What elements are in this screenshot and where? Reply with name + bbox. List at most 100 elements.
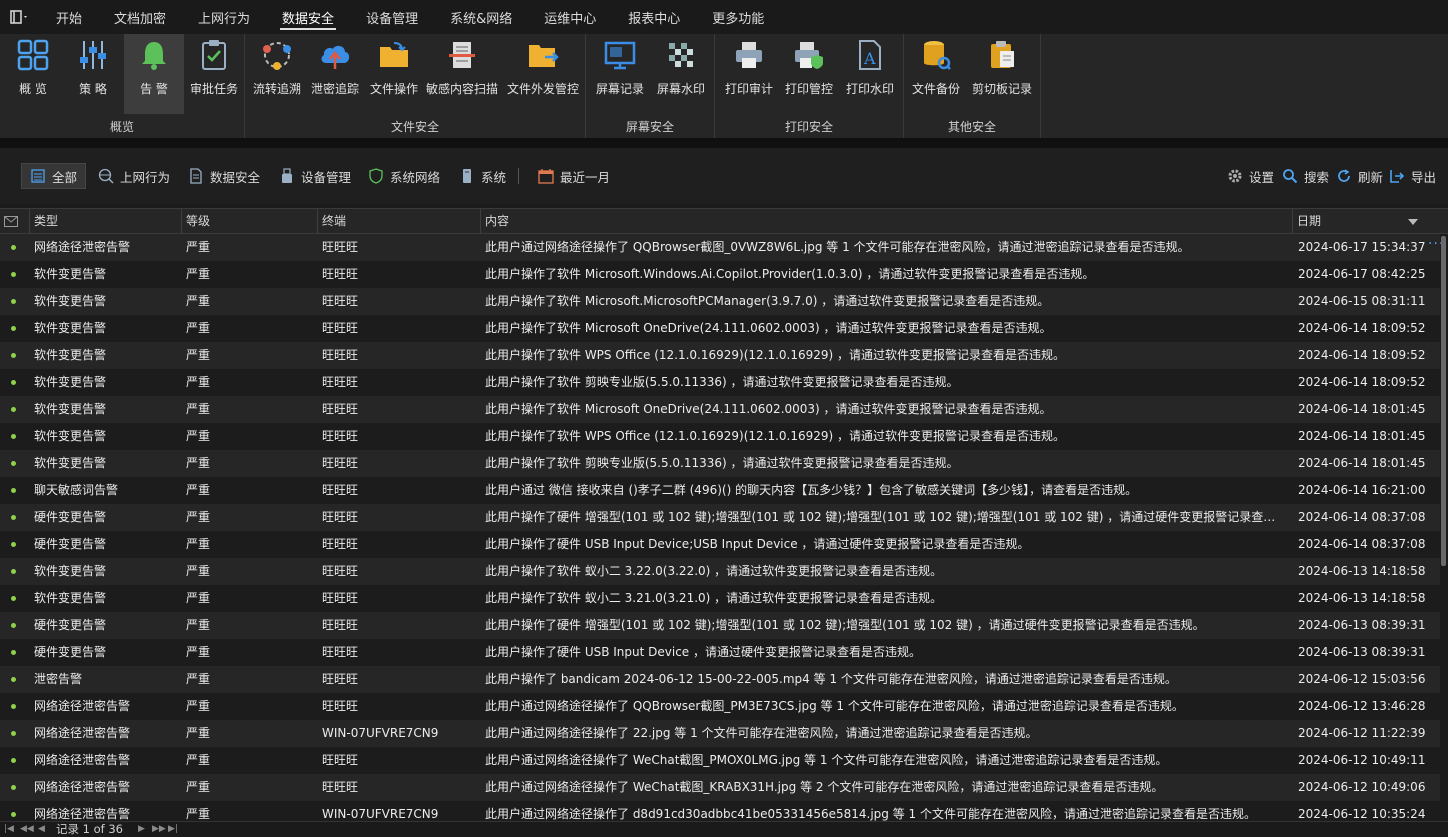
filter-data-button[interactable]: 数据安全	[180, 163, 268, 189]
cell-content: 此用户通过网络途径操作了 22.jpg 等 1 个文件可能存在泄密风险，请通过泄…	[485, 726, 1038, 740]
search-icon	[1282, 168, 1298, 184]
filter-range-button[interactable]: 最近一月	[530, 163, 618, 189]
file-ops-button[interactable]: 文件操作	[367, 34, 421, 114]
header-level[interactable]: 等级	[182, 209, 318, 234]
table-row[interactable]: 硬件变更告警 严重 旺旺旺 此用户操作了硬件 USB Input Device ，请通…	[0, 639, 1440, 666]
menu-ops-center[interactable]: 运维中心	[528, 0, 612, 34]
table-row[interactable]: 软件变更告警 严重 旺旺旺 此用户操作了软件 Microsoft.Windows.Ai…	[0, 261, 1440, 288]
screen-watermark-button[interactable]: 屏幕水印	[652, 34, 710, 114]
status-dot-icon	[11, 407, 16, 412]
table-row[interactable]: 软件变更告警 严重 旺旺旺 此用户操作了软件 剪映专业版(5.5.0.11336) ，…	[0, 450, 1440, 477]
table-row[interactable]: 泄密告警 严重 旺旺旺 此用户操作了 bandicam 2024-06-12 15-0…	[0, 666, 1440, 693]
cell-date: 2024-06-17 08:42:25	[1298, 267, 1426, 281]
filter-sysnet-button[interactable]: 系统网络	[360, 163, 448, 189]
cell-terminal: 旺旺旺	[322, 348, 359, 362]
first-page-icon[interactable]: |◀	[4, 822, 14, 837]
menu-start[interactable]: 开始	[40, 0, 98, 34]
menu-web-behavior[interactable]: 上网行为	[182, 0, 266, 34]
header-type[interactable]: 类型	[30, 209, 182, 234]
table-row[interactable]: 软件变更告警 严重 旺旺旺 此用户操作了软件 蚁小二 3.22.0(3.22.0) ，…	[0, 558, 1440, 585]
table-row[interactable]: 网络途径泄密告警 严重 旺旺旺 此用户通过网络途径操作了 WeChat截图_KRABX…	[0, 774, 1440, 801]
status-dot-icon	[11, 650, 16, 655]
table-row[interactable]: 软件变更告警 严重 旺旺旺 此用户操作了软件 剪映专业版(5.5.0.11336) ，…	[0, 369, 1440, 396]
next-page-icon[interactable]: ▶	[138, 822, 145, 837]
table-row[interactable]: 网络途径泄密告警 严重 WIN-07UFVRE7CN9 此用户通过网络途径操作了 22…	[0, 720, 1440, 747]
cell-terminal: 旺旺旺	[322, 618, 359, 632]
table-row[interactable]: 软件变更告警 严重 旺旺旺 此用户操作了软件 WPS Office (12.1.0.1…	[0, 342, 1440, 369]
next-page-fast-icon[interactable]: ▶▶	[152, 822, 166, 837]
table-scrollbar[interactable]	[1441, 236, 1446, 566]
header-mail-column[interactable]	[0, 209, 30, 234]
cell-terminal: 旺旺旺	[322, 753, 359, 767]
cell-level: 严重	[186, 510, 211, 524]
print-control-button[interactable]: 打印管控	[781, 34, 837, 114]
filter-device-label: 设备管理	[301, 169, 352, 185]
approval-button[interactable]: 审批任务	[186, 34, 242, 114]
export-button[interactable]: 导出	[1381, 163, 1444, 189]
table-row[interactable]: 软件变更告警 严重 旺旺旺 此用户操作了软件 Microsoft OneDrive(2…	[0, 315, 1440, 342]
header-date[interactable]: 日期	[1293, 209, 1425, 234]
refresh-icon	[1336, 168, 1352, 184]
menu-more[interactable]: 更多功能	[696, 0, 780, 34]
cell-terminal: 旺旺旺	[322, 780, 359, 794]
filter-bar: 全部 上网行为 数据安全 设备管理 系统网络 系统 最近一月 设置 搜索 刷新 …	[0, 148, 1448, 204]
status-dot-icon	[11, 488, 16, 493]
cell-content: 此用户操作了软件 Microsoft.MicrosoftPCManager(3.…	[485, 294, 1050, 308]
table-row[interactable]: 软件变更告警 严重 旺旺旺 此用户操作了软件 Microsoft OneDrive(2…	[0, 396, 1440, 423]
settings-button[interactable]: 设置	[1219, 163, 1282, 189]
table-row[interactable]: 网络途径泄密告警 严重 旺旺旺 此用户通过网络途径操作了 WeChat截图_PMOX0…	[0, 747, 1440, 774]
menu-report-center[interactable]: 报表中心	[612, 0, 696, 34]
screen-record-button[interactable]: 屏幕记录	[592, 34, 648, 114]
filter-system-button[interactable]: 系统	[451, 163, 514, 189]
header-content[interactable]: 内容	[481, 209, 1293, 234]
filter-all-label: 全部	[52, 169, 78, 185]
cell-date: 2024-06-14 16:21:00	[1298, 483, 1426, 497]
last-page-icon[interactable]: ▶|	[168, 822, 178, 837]
table-row[interactable]: 软件变更告警 严重 旺旺旺 此用户操作了软件 Microsoft.MicrosoftP…	[0, 288, 1440, 315]
menu-doc-encrypt[interactable]: 文档加密	[98, 0, 182, 34]
cell-terminal: 旺旺旺	[322, 591, 359, 605]
clipboard-log-button[interactable]: 剪切板记录	[968, 34, 1036, 114]
flow-trace-button[interactable]: 流转追溯	[251, 34, 303, 114]
filter-divider	[518, 168, 519, 184]
alert-button[interactable]: 告 警	[124, 34, 184, 114]
table-row[interactable]: 软件变更告警 严重 旺旺旺 此用户操作了软件 蚁小二 3.21.0(3.21.0) ，…	[0, 585, 1440, 612]
menu-device-mgmt[interactable]: 设备管理	[350, 0, 434, 34]
table-row[interactable]: 硬件变更告警 严重 旺旺旺 此用户操作了硬件 USB Input Device;USB…	[0, 531, 1440, 558]
filter-web-button[interactable]: 上网行为	[90, 163, 178, 189]
sensitive-scan-button[interactable]: 敏感内容扫描	[423, 34, 501, 114]
cell-terminal: 旺旺旺	[322, 429, 359, 443]
status-dot-icon	[11, 353, 16, 358]
file-outgoing-button[interactable]: 文件外发管控	[503, 34, 583, 114]
filter-device-button[interactable]: 设备管理	[271, 163, 359, 189]
cell-content: 此用户操作了软件 Microsoft OneDrive(24.111.0602.…	[485, 321, 1052, 335]
prev-page-icon[interactable]: ◀	[38, 822, 45, 837]
table-row[interactable]: 硬件变更告警 严重 旺旺旺 此用户操作了硬件 增强型(101 或 102 键);增强型…	[0, 504, 1440, 531]
table-row[interactable]: 网络途径泄密告警 严重 WIN-07UFVRE7CN9 此用户通过网络途径操作了 d8…	[0, 801, 1440, 821]
cell-type: 网络途径泄密告警	[34, 807, 131, 821]
calendar-icon	[538, 168, 554, 184]
menu-data-security[interactable]: 数据安全	[266, 0, 350, 34]
table-row[interactable]: 网络途径泄密告警 严重 旺旺旺 此用户通过网络途径操作了 QQBrowser截图_0V…	[0, 234, 1440, 261]
filter-all-button[interactable]: 全部	[21, 163, 87, 189]
filter-web-label: 上网行为	[120, 169, 171, 185]
table-row[interactable]: 硬件变更告警 严重 旺旺旺 此用户操作了硬件 增强型(101 或 102 键);增强型…	[0, 612, 1440, 639]
cell-date: 2024-06-14 18:09:52	[1298, 321, 1426, 335]
header-terminal[interactable]: 终端	[318, 209, 481, 234]
cell-date: 2024-06-12 15:03:56	[1298, 672, 1426, 686]
print-watermark-button[interactable]: A 打印水印	[841, 34, 899, 114]
cell-terminal: 旺旺旺	[322, 645, 359, 659]
table-row[interactable]: 软件变更告警 严重 旺旺旺 此用户操作了软件 WPS Office (12.1.0.1…	[0, 423, 1440, 450]
table-row[interactable]: 网络途径泄密告警 严重 旺旺旺 此用户通过网络途径操作了 QQBrowser截图_PM…	[0, 693, 1440, 720]
screen-watermark-label: 屏幕水印	[656, 82, 705, 96]
file-backup-button[interactable]: 文件备份	[908, 34, 964, 114]
cell-level: 严重	[186, 699, 211, 713]
leak-trace-button[interactable]: 泄密追踪	[307, 34, 363, 114]
menu-system-network[interactable]: 系统&网络	[434, 0, 528, 34]
overview-button[interactable]: 概 览	[4, 34, 62, 114]
app-menu-button[interactable]	[0, 0, 40, 34]
policy-button[interactable]: 策 略	[64, 34, 122, 114]
prev-page-fast-icon[interactable]: ◀◀	[20, 822, 34, 837]
print-audit-button[interactable]: 打印审计	[721, 34, 777, 114]
table-row[interactable]: 聊天敏感词告警 严重 旺旺旺 此用户通过 微信 接收来自 ()孝子二群 (496)()…	[0, 477, 1440, 504]
